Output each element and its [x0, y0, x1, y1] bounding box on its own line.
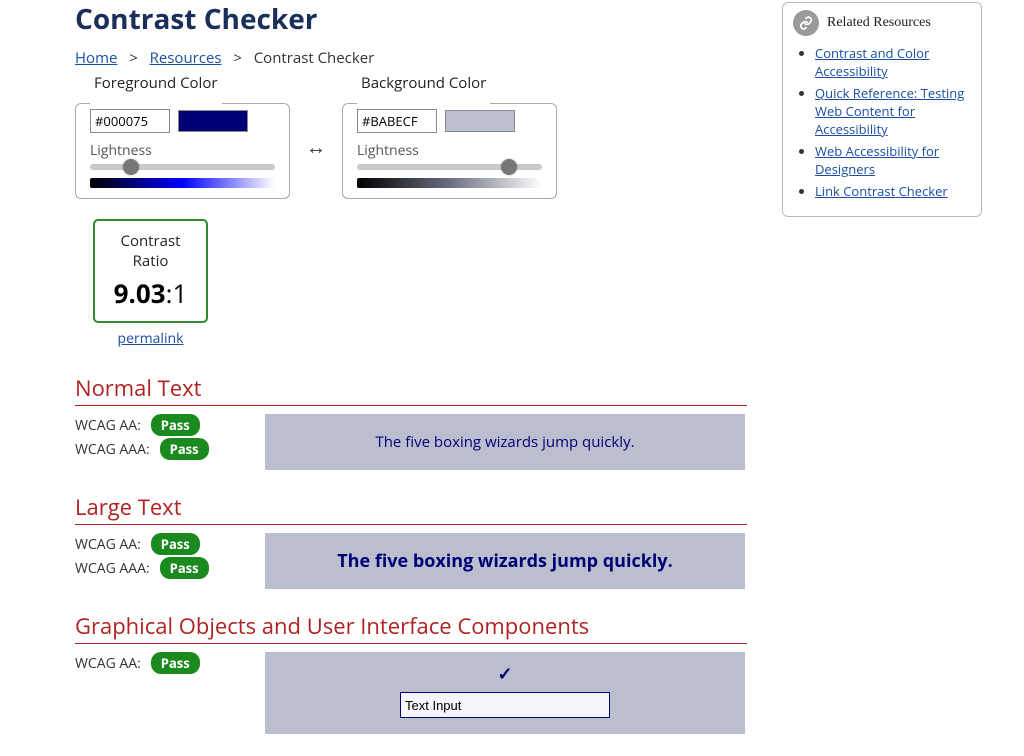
background-slider-thumb[interactable] — [501, 159, 517, 175]
foreground-legend: Foreground Color — [90, 73, 222, 93]
normal-aaa-label: WCAG AAA: — [75, 440, 150, 459]
normal-text-section: Normal Text WCAG AA: Pass WCAG AAA: Pass… — [75, 373, 755, 470]
normal-aaa-badge: Pass — [160, 438, 209, 460]
sample-text-input[interactable] — [400, 692, 610, 718]
ui-sample: ✓ — [265, 652, 745, 734]
ratio-suffix: :1 — [166, 275, 188, 311]
ui-aa-label: WCAG AA: — [75, 654, 141, 673]
large-aaa-label: WCAG AAA: — [75, 559, 150, 578]
foreground-swatch[interactable] — [178, 110, 248, 132]
background-gradient-bar — [357, 178, 542, 188]
related-link[interactable]: Link Contrast Checker — [815, 182, 948, 200]
ui-components-section: Graphical Objects and User Interface Com… — [75, 611, 755, 734]
ratio-number: 9.03 — [114, 275, 166, 311]
related-link[interactable]: Contrast and Color Accessibility — [815, 44, 929, 80]
page-title: Contrast Checker — [75, 0, 755, 38]
normal-text-sample[interactable]: The five boxing wizards jump quickly. — [265, 414, 745, 470]
background-hex-input[interactable] — [357, 109, 437, 133]
related-resources-box: Related Resources Contrast and Color Acc… — [782, 2, 982, 217]
foreground-lightness-slider[interactable] — [90, 164, 275, 170]
large-aa-badge: Pass — [151, 533, 200, 555]
related-link[interactable]: Quick Reference: Testing Web Content for… — [815, 84, 964, 138]
large-aaa-badge: Pass — [160, 557, 209, 579]
related-link[interactable]: Web Accessibility for Designers — [815, 142, 939, 178]
ui-aa-badge: Pass — [151, 652, 200, 674]
normal-text-heading: Normal Text — [75, 373, 747, 406]
background-lightness-label: Lightness — [357, 141, 542, 160]
ui-components-heading: Graphical Objects and User Interface Com… — [75, 611, 747, 644]
related-list: Contrast and Color Accessibility Quick R… — [793, 44, 971, 200]
large-text-sample[interactable]: The five boxing wizards jump quickly. — [265, 533, 745, 589]
link-icon — [793, 10, 819, 36]
swap-icon[interactable]: ↔ — [300, 133, 332, 160]
breadcrumb-home[interactable]: Home — [75, 48, 117, 68]
normal-aa-label: WCAG AA: — [75, 416, 141, 435]
contrast-ratio-box: Contrast Ratio 9.03:1 — [93, 219, 208, 323]
foreground-color-box: Foreground Color Lightness — [75, 93, 290, 199]
breadcrumb-current: Contrast Checker — [254, 48, 375, 68]
large-text-heading: Large Text — [75, 492, 747, 525]
checkmark-icon: ✓ — [497, 662, 512, 686]
permalink[interactable]: permalink — [118, 329, 184, 348]
foreground-slider-thumb[interactable] — [123, 159, 139, 175]
large-text-section: Large Text WCAG AA: Pass WCAG AAA: Pass … — [75, 492, 755, 589]
large-aa-label: WCAG AA: — [75, 535, 141, 554]
contrast-ratio-label: Contrast Ratio — [109, 231, 192, 271]
breadcrumb-resources[interactable]: Resources — [150, 48, 222, 68]
background-lightness-slider[interactable] — [357, 164, 542, 170]
breadcrumb-sep: > — [229, 48, 245, 68]
normal-aa-badge: Pass — [151, 414, 200, 436]
background-color-box: Background Color Lightness — [342, 93, 557, 199]
background-swatch[interactable] — [445, 110, 515, 132]
breadcrumb-sep: > — [125, 48, 141, 68]
foreground-gradient-bar — [90, 178, 275, 188]
breadcrumb: Home > Resources > Contrast Checker — [75, 48, 755, 68]
related-heading: Related Resources — [827, 15, 931, 31]
background-legend: Background Color — [357, 73, 490, 93]
foreground-lightness-label: Lightness — [90, 141, 275, 160]
foreground-hex-input[interactable] — [90, 109, 170, 133]
contrast-ratio-value: 9.03:1 — [109, 275, 192, 311]
